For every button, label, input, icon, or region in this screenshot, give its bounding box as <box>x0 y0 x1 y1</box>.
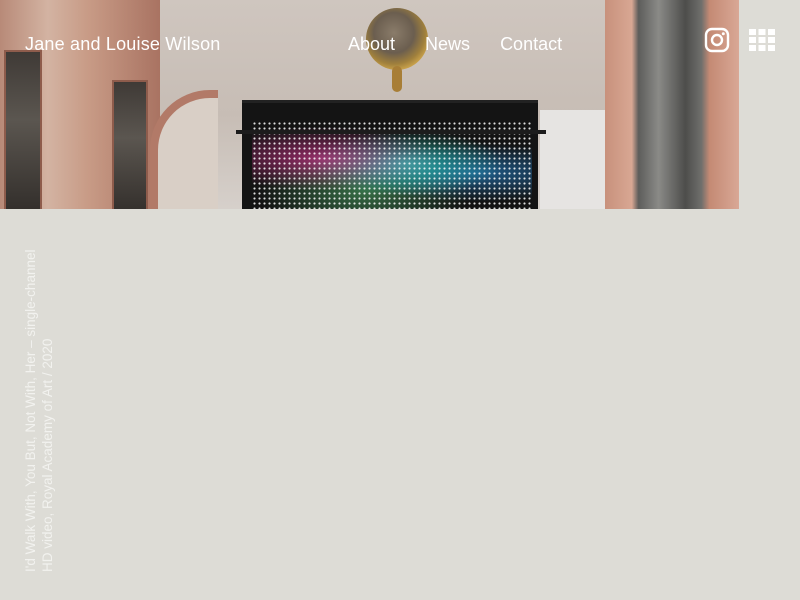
instagram-icon[interactable] <box>704 27 730 53</box>
site-title-link[interactable]: Jane and Louise Wilson <box>25 34 221 55</box>
marble-pillar-left <box>0 0 160 209</box>
page: Jane and Louise Wilson About News Contac… <box>0 0 800 600</box>
nav-news-link[interactable]: News <box>425 34 470 55</box>
led-screen <box>242 100 538 209</box>
grid-menu-icon[interactable] <box>749 29 775 51</box>
nav-about-link[interactable]: About <box>348 34 395 55</box>
caption-line-1: I'd Walk With, You But, Not With, Her – … <box>23 249 38 572</box>
artwork-caption: I'd Walk With, You But, Not With, Her – … <box>22 250 56 572</box>
hero-image <box>0 0 739 209</box>
nav-contact-link[interactable]: Contact <box>500 34 562 55</box>
caption-line-2: HD video, Royal Academy of Art / 2020 <box>40 338 55 572</box>
main-nav: About News Contact <box>348 34 562 55</box>
